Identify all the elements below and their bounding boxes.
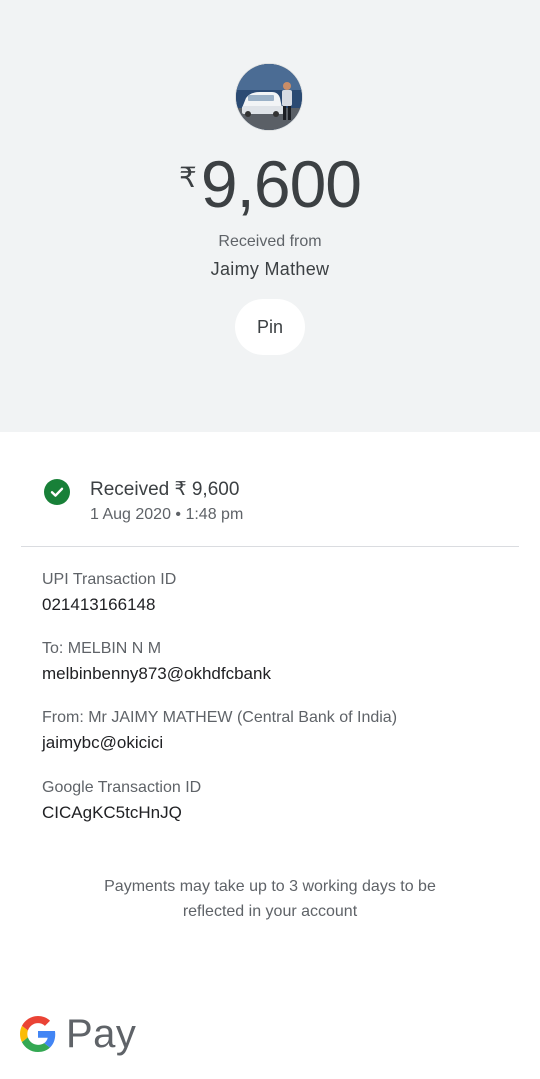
status-title: Received ₹ 9,600 [90, 479, 240, 500]
sender-details: From: Mr JAIMY MATHEW (Central Bank of I… [42, 708, 397, 754]
google-g-icon [20, 1016, 56, 1052]
detail-label: UPI Transaction ID [42, 571, 177, 588]
received-from-label: Received from [218, 233, 322, 250]
detail-value[interactable]: jaimybc@okicici [42, 732, 397, 754]
avatar [236, 64, 302, 130]
detail-label: To: MELBIN N M [42, 640, 162, 657]
avatar-photo [236, 64, 302, 130]
note-line-1: Payments may take up to 3 working days t… [104, 878, 436, 895]
amount-value: 9,600 [200, 147, 362, 221]
status-datetime: 1 Aug 2020 • 1:48 pm [90, 506, 244, 523]
detail-value[interactable]: 021413166148 [42, 594, 176, 616]
pay-wordmark: Pay [66, 1012, 137, 1056]
upi-transaction-id: UPI Transaction ID 021413166148 [42, 570, 176, 616]
recipient-details: To: MELBIN N M melbinbenny873@okhdfcbank [42, 639, 271, 685]
note-line-2: reflected in your account [182, 903, 358, 920]
detail-value[interactable]: melbinbenny873@okhdfcbank [42, 663, 271, 685]
divider [21, 546, 519, 547]
amount-display: ₹9,600 [0, 148, 540, 239]
pin-button[interactable]: Pin [235, 299, 305, 355]
detail-label: From: Mr JAIMY MATHEW (Central Bank of I… [42, 709, 398, 726]
transaction-header: ₹9,600 Received from Jaimy Mathew Pin [0, 0, 540, 432]
currency-symbol: ₹ [179, 162, 197, 193]
sender-name: Jaimy Mathew [210, 259, 330, 279]
detail-label: Google Transaction ID [42, 779, 202, 796]
google-transaction-id: Google Transaction ID CICAgKC5tcHnJQ [42, 778, 201, 824]
processing-note: Payments may take up to 3 working days t… [0, 874, 540, 924]
detail-value[interactable]: CICAgKC5tcHnJQ [42, 802, 201, 824]
check-circle-icon [44, 479, 70, 505]
